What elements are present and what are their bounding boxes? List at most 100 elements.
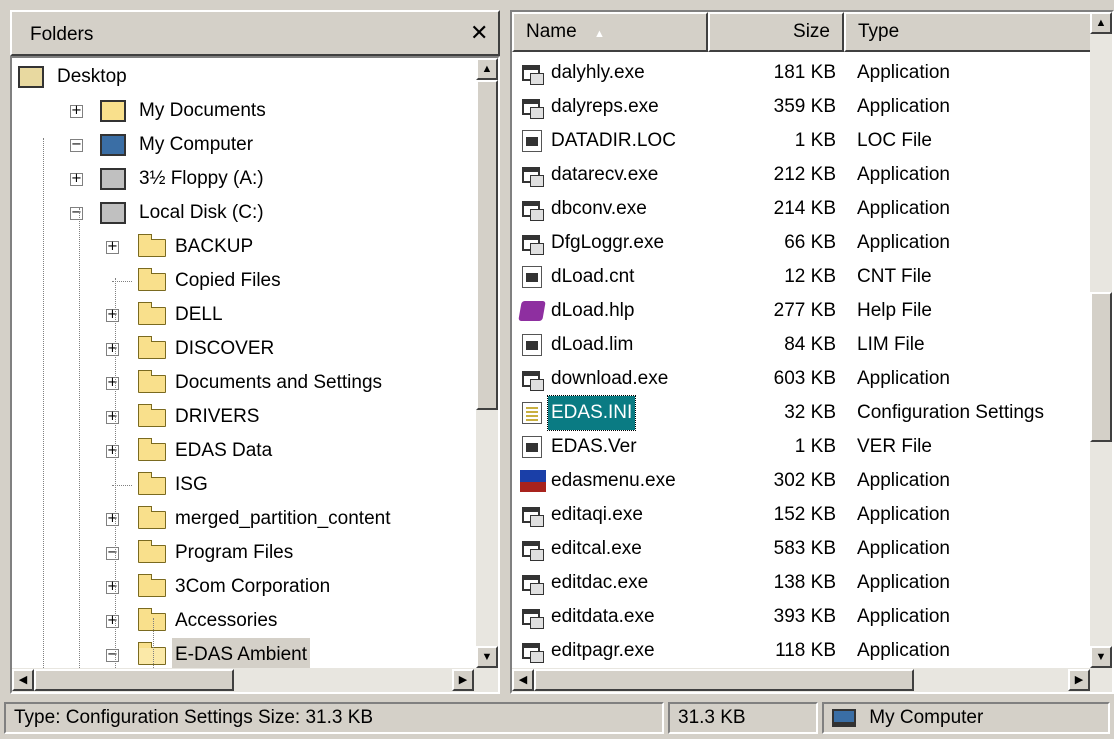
file-size: 277 KB [773, 300, 836, 321]
status-size-text: 31.3 KB [678, 707, 746, 728]
scroll-thumb-horizontal[interactable] [34, 669, 234, 691]
folder-icon [136, 472, 166, 496]
desktop-icon [18, 66, 44, 88]
file-type: Application [857, 538, 950, 559]
scroll-right-button[interactable]: ▶ [1068, 669, 1090, 691]
file-row[interactable]: DATADIR.LOC 1 KB LOC File [512, 124, 1092, 158]
file-size: 138 KB [773, 572, 836, 593]
expand-icon[interactable]: + [106, 342, 119, 356]
folders-pane: Folders ✕ Desktop My Documents + My Compute… [10, 10, 500, 694]
column-header-name[interactable]: Name ▲ [512, 12, 708, 52]
collapse-icon[interactable]: − [70, 206, 83, 220]
file-type: Application [857, 640, 950, 661]
file-row[interactable]: editdata.exe 393 KB Application [512, 600, 1092, 634]
status-location-text: My Computer [869, 707, 984, 728]
tree-item-label: 3Com Corporation [175, 576, 331, 597]
folder-tree-horizontal-scrollbar[interactable]: ◀ ▶ [12, 668, 498, 692]
scroll-thumb[interactable] [1090, 292, 1112, 442]
file-row[interactable]: dalyreps.exe 359 KB Application [512, 90, 1092, 124]
expand-icon[interactable]: + [106, 308, 119, 322]
tree-item-label: Local Disk (C:) [139, 202, 264, 223]
scroll-up-button[interactable]: ▲ [476, 58, 498, 80]
file-name: dbconv.exe [551, 198, 647, 219]
file-type: Configuration Settings [857, 402, 1044, 423]
file-row[interactable]: dLoad.cnt 12 KB CNT File [512, 260, 1092, 294]
file-row[interactable]: EDAS.INI 32 KB Configuration Settings [512, 395, 1092, 431]
file-type: Application [857, 164, 950, 185]
scroll-left-icon: ◀ [18, 674, 28, 686]
collapse-icon[interactable]: − [106, 546, 119, 560]
scroll-left-button[interactable]: ◀ [512, 669, 534, 691]
file-type: LIM File [857, 334, 925, 355]
status-size: 31.3 KB [668, 702, 818, 734]
folder-icon [136, 268, 166, 292]
expand-icon[interactable]: + [106, 444, 119, 458]
file-row[interactable]: dLoad.lim 84 KB LIM File [512, 328, 1092, 362]
column-header-size[interactable]: Size [708, 12, 844, 52]
scroll-down-icon: ▼ [481, 651, 493, 663]
folder-icon [136, 234, 166, 258]
help-file-icon [518, 300, 546, 322]
file-row[interactable]: download.exe 603 KB Application [512, 362, 1092, 396]
scroll-right-icon: ▶ [458, 674, 468, 686]
file-type: CNT File [857, 266, 932, 287]
collapse-icon[interactable]: − [70, 138, 83, 152]
file-row[interactable]: editdac.exe 138 KB Application [512, 566, 1092, 600]
scroll-up-button[interactable]: ▲ [1090, 12, 1112, 34]
file-row[interactable]: EDAS.Ver 1 KB VER File [512, 430, 1092, 464]
file-type: Application [857, 62, 950, 83]
expand-icon[interactable]: + [106, 512, 119, 526]
expand-icon[interactable]: + [106, 240, 119, 254]
file-name: dLoad.lim [551, 334, 634, 355]
file-size: 32 KB [784, 402, 836, 423]
scroll-right-button[interactable]: ▶ [452, 669, 474, 691]
file-name: datarecv.exe [551, 164, 659, 185]
file-type: Application [857, 606, 950, 627]
file-name: editaqi.exe [551, 504, 643, 525]
scroll-up-icon: ▲ [1095, 17, 1107, 29]
file-name: editpagr.exe [551, 640, 655, 661]
folder-icon [136, 404, 166, 428]
application-icon [520, 504, 544, 527]
scroll-thumb[interactable] [476, 80, 498, 410]
close-icon[interactable]: ✕ [470, 20, 488, 46]
file-list-vertical-scrollbar[interactable]: ▲ ▼ [1090, 12, 1112, 668]
scroll-left-button[interactable]: ◀ [12, 669, 34, 691]
scroll-down-button[interactable]: ▼ [1090, 646, 1112, 668]
tree-item-label: EDAS Data [175, 440, 273, 461]
file-row[interactable]: DfgLoggr.exe 66 KB Application [512, 226, 1092, 260]
file-size: 1 KB [794, 130, 836, 151]
expand-icon[interactable]: + [70, 172, 83, 186]
folder-icon [136, 608, 166, 632]
expand-icon[interactable]: + [106, 376, 119, 390]
file-name: editcal.exe [551, 538, 642, 559]
scroll-thumb-horizontal[interactable] [534, 669, 914, 691]
folder-icon [136, 540, 166, 564]
column-header-type[interactable]: Type [844, 12, 1092, 52]
expand-icon[interactable]: + [70, 104, 83, 118]
file-size: 214 KB [773, 198, 836, 219]
file-row[interactable]: dalyhly.exe 181 KB Application [512, 56, 1092, 90]
file-type: Application [857, 572, 950, 593]
file-list-horizontal-scrollbar[interactable]: ◀ ▶ [512, 668, 1112, 692]
collapse-icon[interactable]: − [106, 648, 119, 662]
file-row[interactable]: edasmenu.exe 302 KB Application [512, 464, 1092, 498]
file-row[interactable]: editpagr.exe 118 KB Application [512, 634, 1092, 668]
scroll-down-button[interactable]: ▼ [476, 646, 498, 668]
file-size: 118 KB [775, 640, 836, 661]
tree-item-label: BACKUP [175, 236, 254, 257]
file-row[interactable]: datarecv.exe 212 KB Application [512, 158, 1092, 192]
application-icon [520, 164, 544, 187]
file-row[interactable]: editcal.exe 583 KB Application [512, 532, 1092, 566]
expand-icon[interactable]: + [106, 614, 119, 628]
expand-icon[interactable]: + [106, 410, 119, 424]
folder-tree-vertical-scrollbar[interactable]: ▲ ▼ [476, 58, 498, 668]
file-row[interactable]: dbconv.exe 214 KB Application [512, 192, 1092, 226]
file-row[interactable]: editaqi.exe 152 KB Application [512, 498, 1092, 532]
tree-item-label: merged_partition_content [175, 508, 391, 529]
expand-icon[interactable]: + [106, 580, 119, 594]
file-size: 393 KB [773, 606, 836, 627]
file-row[interactable]: dLoad.hlp 277 KB Help File [512, 294, 1092, 328]
file-size: 302 KB [773, 470, 836, 491]
open-folder-icon [136, 642, 166, 666]
